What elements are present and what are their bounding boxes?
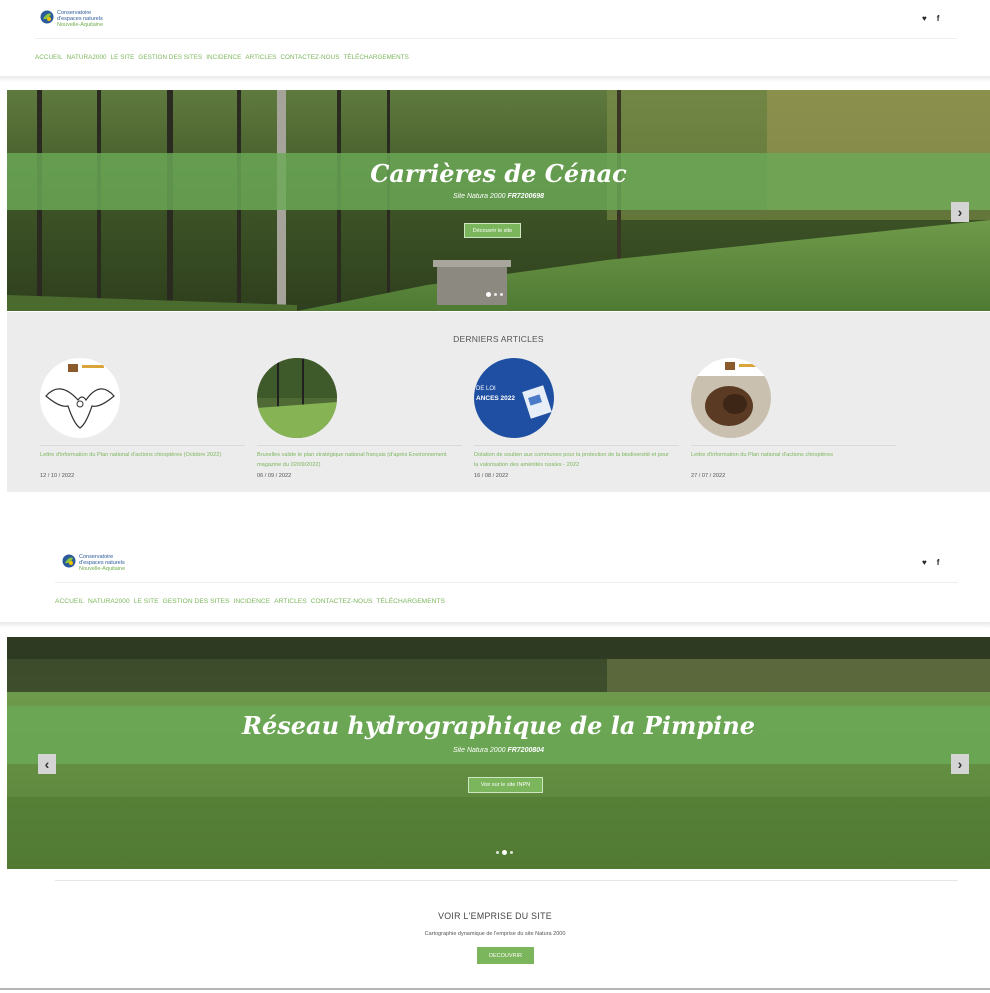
hero-1-sub-prefix: Site Natura 2000 xyxy=(452,193,506,200)
hero-2-sub-prefix: Site Natura 2000 xyxy=(452,747,506,754)
emprise-heading: VOIR L'EMPRISE DU SITE xyxy=(438,911,552,921)
article-3-title[interactable]: Dotation de soutien aux communes pour la… xyxy=(474,450,674,470)
article-3-date: 16 / 08 / 2022 xyxy=(474,473,509,479)
article-3-image: DE LOI ANCES 2022 xyxy=(474,358,554,438)
hero-1-subtitle: Site Natura 2000 FR7200698 xyxy=(7,193,990,200)
hero-1-site-code: FR7200698 xyxy=(507,193,545,200)
hero-2-dot-3[interactable] xyxy=(510,851,513,854)
latest-articles: DERNIERS ARTICLES Lettre d'information d… xyxy=(7,312,990,492)
nav-item-gestion[interactable]: GESTION DES SITES xyxy=(163,598,230,605)
article-1-rule xyxy=(40,445,245,446)
article-3-rule xyxy=(474,445,679,446)
hero-1-cta-button[interactable]: Découvrir le site xyxy=(464,223,521,238)
hero-2-dot-1[interactable] xyxy=(496,851,499,854)
nav-item-natura2000[interactable]: NATURA2000 xyxy=(67,54,107,61)
article-card-1[interactable]: Lettre d'information du Plan national d'… xyxy=(40,358,245,479)
site-header-1: Conservatoire d'espaces naturels Nouvell… xyxy=(0,0,990,82)
logo[interactable]: Conservatoire d'espaces naturels Nouvell… xyxy=(62,554,125,572)
hero-1-dot-1[interactable] xyxy=(486,292,491,297)
hero-1-title: Carrières de Cénac xyxy=(370,159,627,188)
article-2-rule xyxy=(257,445,462,446)
hero-2-prev-arrow[interactable]: ‹ xyxy=(38,754,56,774)
hero-1-next-arrow[interactable]: › xyxy=(951,202,969,222)
main-nav: ACCUEIL NATURA2000 LE SITE GESTION DES S… xyxy=(55,598,445,605)
hero-2-title: Réseau hydrographique de la Pimpine xyxy=(242,711,755,740)
nav-item-contact[interactable]: CONTACTEZ-NOUS xyxy=(280,54,339,61)
logo-mark-icon xyxy=(62,554,76,568)
header-divider xyxy=(55,582,958,583)
emprise-subtitle: Cartographie dynamique de l'emprise du s… xyxy=(424,931,566,937)
article-1-date: 12 / 10 / 2022 xyxy=(40,473,75,479)
hero-1-dots xyxy=(486,292,503,297)
twitter-icon[interactable]: ♥ xyxy=(922,14,927,23)
article-4-rule xyxy=(691,445,896,446)
hero-2-dot-2[interactable] xyxy=(502,850,507,855)
bat-photo-icon xyxy=(691,358,771,438)
hero-slider-1: Carrières de Cénac Site Natura 2000 FR72… xyxy=(7,90,990,311)
nav-item-articles[interactable]: ARTICLES xyxy=(245,54,276,61)
hero-2-site-code: FR7200804 xyxy=(507,747,545,754)
bat-drawing-icon xyxy=(40,358,120,429)
nav-item-accueil[interactable]: ACCUEIL xyxy=(55,598,84,605)
hero-2-dots xyxy=(496,850,513,855)
article-1-image xyxy=(40,358,120,438)
nav-item-telechargements[interactable]: TÉLÉCHARGEMENTS xyxy=(343,54,408,61)
document-icon xyxy=(522,385,552,419)
nav-item-incidence[interactable]: INCIDENCE xyxy=(206,54,241,61)
twitter-icon[interactable]: ♥ xyxy=(922,558,927,567)
hero-2-next-arrow[interactable]: › xyxy=(951,754,969,774)
hero-2-subtitle: Site Natura 2000 FR7200804 xyxy=(7,747,990,754)
logo-mark-icon xyxy=(40,10,54,24)
logo-text: Conservatoire d'espaces naturels Nouvell… xyxy=(79,554,125,572)
nav-shadow xyxy=(0,622,990,628)
article-4-image xyxy=(691,358,771,438)
hero-slider-2: Réseau hydrographique de la Pimpine Site… xyxy=(7,637,990,869)
article-card-4[interactable]: Lettre d'information du Plan national d'… xyxy=(691,358,896,479)
page: Conservatoire d'espaces naturels Nouvell… xyxy=(0,0,990,993)
forest-photo-icon xyxy=(257,358,337,438)
social-links: ♥ f xyxy=(922,14,939,23)
nav-item-gestion[interactable]: GESTION DES SITES xyxy=(138,54,202,61)
nav-item-telechargements[interactable]: TÉLÉCHARGEMENTS xyxy=(376,598,445,605)
articles-heading: DERNIERS ARTICLES xyxy=(453,334,544,344)
main-nav: ACCUEIL NATURA2000 LE SITE GESTION DES S… xyxy=(35,54,409,61)
nav-item-accueil[interactable]: ACCUEIL xyxy=(35,54,63,61)
logo[interactable]: Conservatoire d'espaces naturels Nouvell… xyxy=(40,10,103,28)
header-divider xyxy=(35,38,957,39)
nav-item-contact[interactable]: CONTACTEZ-NOUS xyxy=(311,598,373,605)
article-4-title[interactable]: Lettre d'information du Plan national d'… xyxy=(691,450,891,460)
logo-text: Conservatoire d'espaces naturels Nouvell… xyxy=(57,10,103,28)
site-header-2: Conservatoire d'espaces naturels Nouvell… xyxy=(0,545,990,630)
nav-item-incidence[interactable]: INCIDENCE xyxy=(233,598,270,605)
emprise-discover-button[interactable]: DECOUVRIR xyxy=(477,947,534,964)
nav-item-le-site[interactable]: LE SITE xyxy=(111,54,135,61)
logo-line3: Nouvelle-Aquitaine xyxy=(57,22,104,28)
hero-1-dot-3[interactable] xyxy=(500,293,503,296)
article-card-3[interactable]: DE LOI ANCES 2022 Dotation de soutien au… xyxy=(474,358,679,479)
social-links: ♥ f xyxy=(922,558,939,567)
nav-item-le-site[interactable]: LE SITE xyxy=(134,598,159,605)
article-2-date: 06 / 09 / 2022 xyxy=(257,473,292,479)
facebook-icon[interactable]: f xyxy=(937,558,940,567)
hero-2-cta-button[interactable]: Voir sur le site INPN xyxy=(468,777,543,793)
article-4-date: 27 / 07 / 2022 xyxy=(691,473,726,479)
facebook-icon[interactable]: f xyxy=(937,14,940,23)
hero-1-dot-2[interactable] xyxy=(494,293,497,296)
article-2-image xyxy=(257,358,337,438)
article-card-2[interactable]: Bruxelles valide le plan stratégique nat… xyxy=(257,358,462,479)
article-2-title[interactable]: Bruxelles valide le plan stratégique nat… xyxy=(257,450,457,470)
nav-item-articles[interactable]: ARTICLES xyxy=(274,598,307,605)
article-1-title[interactable]: Lettre d'information du Plan national d'… xyxy=(40,450,240,460)
page-bottom-rule xyxy=(0,988,990,990)
nav-shadow xyxy=(0,76,990,82)
logo-line3: Nouvelle-Aquitaine xyxy=(79,566,126,572)
emprise-divider xyxy=(55,880,958,881)
nav-item-natura2000[interactable]: NATURA2000 xyxy=(88,598,130,605)
